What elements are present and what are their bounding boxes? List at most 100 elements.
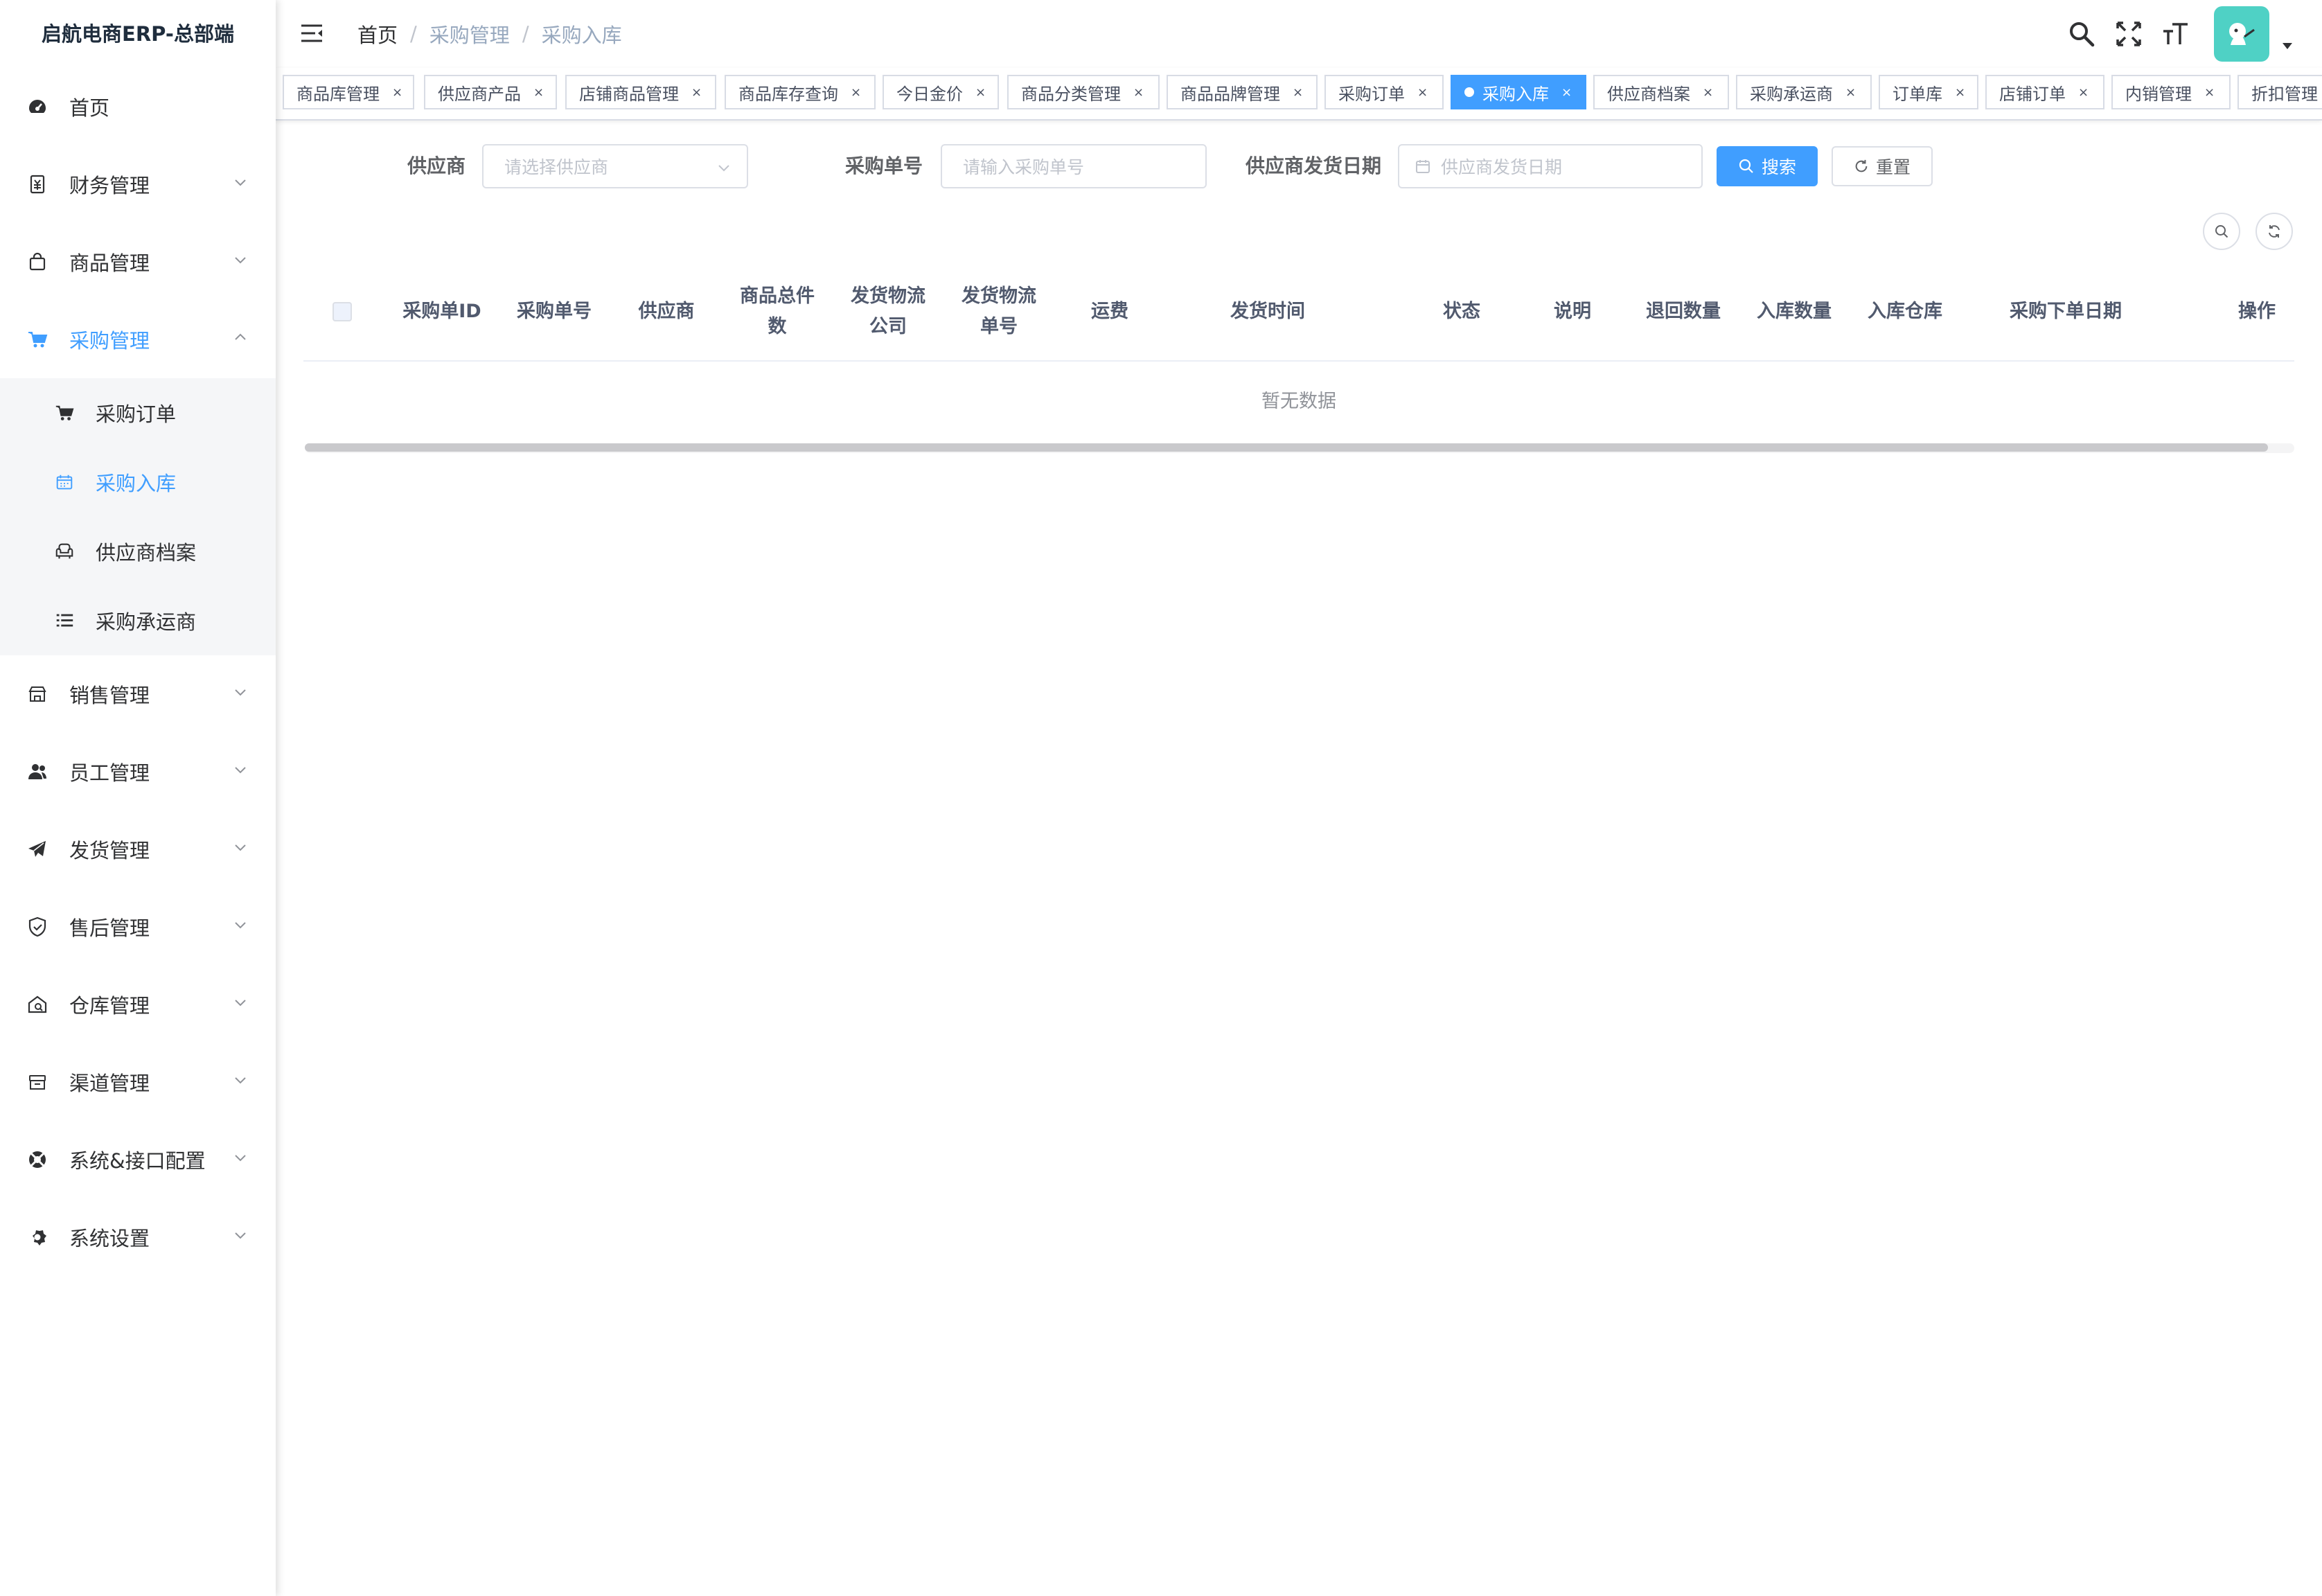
scrollbar-thumb[interactable]: [305, 443, 2268, 452]
column-header: 入库数量: [1757, 301, 1832, 322]
lifebuoy-icon: [29, 1151, 46, 1168]
menu-after-sales[interactable]: 售后管理: [0, 888, 276, 966]
tag-stock-query[interactable]: 商品库存查询 ×: [725, 75, 876, 109]
menu-finance[interactable]: 财务管理: [0, 145, 276, 223]
breadcrumb: 首页 / 采购管理 / 采购入库: [357, 0, 622, 68]
close-icon[interactable]: ×: [1561, 85, 1572, 100]
menu-channel[interactable]: 渠道管理: [0, 1043, 276, 1121]
fullscreen-icon[interactable]: [2114, 19, 2143, 48]
submenu-purchase-inbound[interactable]: 采购入库: [0, 447, 276, 517]
close-icon[interactable]: ×: [1955, 85, 1965, 100]
close-icon[interactable]: ×: [2204, 85, 2215, 100]
search-icon: [2215, 225, 2228, 238]
submenu-label: 供应商档案: [96, 541, 197, 565]
menu-after-sales-label: 售后管理: [69, 916, 150, 940]
tag-shop-goods[interactable]: 店铺商品管理 ×: [565, 75, 716, 109]
close-icon[interactable]: ×: [975, 85, 986, 100]
menu-goods-label: 商品管理: [69, 251, 150, 275]
column-header: 状态: [1443, 301, 1480, 322]
avatar[interactable]: [2214, 6, 2269, 62]
submenu-purchase-order[interactable]: 采购订单: [0, 378, 276, 447]
shopping-bag-icon: [29, 252, 46, 271]
reset-button-label: 重置: [1875, 157, 1911, 177]
menu-sales[interactable]: 销售管理: [0, 655, 276, 733]
close-icon[interactable]: ×: [1417, 85, 1428, 100]
close-icon[interactable]: ×: [1703, 85, 1713, 100]
supplier-label: 供应商: [407, 154, 466, 177]
users-icon: [28, 764, 46, 779]
refresh-table-button[interactable]: [2255, 213, 2293, 250]
menu-staff[interactable]: 员工管理: [0, 733, 276, 810]
tag-purchase-inbound[interactable]: 采购入库 ×: [1451, 75, 1586, 109]
search-button[interactable]: 搜索: [1717, 146, 1818, 186]
submenu-purchase-carrier[interactable]: 采购承运商: [0, 586, 276, 655]
tag-brand[interactable]: 商品品牌管理 ×: [1167, 75, 1318, 109]
menu-system-interface-label: 系统&接口配置: [69, 1149, 206, 1173]
tag-label: 折扣管理: [2251, 84, 2318, 104]
close-icon[interactable]: ×: [2078, 85, 2089, 100]
tag-purchase-order[interactable]: 采购订单 ×: [1324, 75, 1444, 109]
close-icon[interactable]: ×: [392, 85, 402, 100]
menu-purchase-label: 采购管理: [69, 329, 150, 353]
ship-date-picker[interactable]: 供应商发货日期: [1398, 144, 1703, 188]
sidebar: 启航电商ERP-总部端 首页 财务管理 商品管理 采购管理 采购订单 采购入库 …: [0, 0, 276, 1596]
tag-discount[interactable]: 折扣管理×: [2237, 75, 2322, 109]
close-icon[interactable]: ×: [1133, 85, 1144, 100]
tag-carrier[interactable]: 采购承运商 ×: [1736, 75, 1872, 109]
menu-system-interface[interactable]: 系统&接口配置: [0, 1121, 276, 1198]
tag-category[interactable]: 商品分类管理 ×: [1007, 75, 1160, 109]
breadcrumb-home[interactable]: 首页: [357, 19, 398, 48]
breadcrumb-purchase: 采购管理: [429, 24, 510, 47]
search-icon[interactable]: [2067, 19, 2096, 48]
close-icon[interactable]: ×: [851, 85, 861, 100]
submenu-supplier-archive[interactable]: 供应商档案: [0, 517, 276, 586]
close-icon[interactable]: ×: [1293, 85, 1303, 100]
menu-goods[interactable]: 商品管理: [0, 223, 276, 301]
breadcrumb-separator: /: [522, 22, 529, 46]
tag-supplier-archive[interactable]: 供应商档案 ×: [1593, 75, 1729, 109]
tag-label: 店铺商品管理: [579, 84, 679, 104]
menu-warehouse[interactable]: 仓库管理: [0, 966, 276, 1043]
caret-down-icon[interactable]: [2280, 41, 2294, 51]
menu-shipping[interactable]: 发货管理: [0, 810, 276, 888]
tag-internal-sales[interactable]: 内销管理 ×: [2111, 75, 2231, 109]
menu-system-settings-label: 系统设置: [69, 1227, 150, 1250]
close-icon[interactable]: ×: [1845, 85, 1856, 100]
supplier-select[interactable]: 请选择供应商: [482, 144, 748, 188]
submenu-label: 采购承运商: [96, 610, 197, 634]
active-dot: [1464, 87, 1474, 97]
chevron-up-icon: [235, 333, 246, 340]
toggle-search-button[interactable]: [2203, 213, 2240, 250]
avatar-figure-icon: [2229, 23, 2255, 45]
order-no-input[interactable]: 请输入采购单号: [941, 144, 1207, 188]
tag-shop-orders[interactable]: 店铺订单 ×: [1985, 75, 2104, 109]
navbar: 首页 / 采购管理 / 采购入库: [276, 0, 2322, 68]
horizontal-scrollbar[interactable]: [305, 443, 2294, 453]
finance-icon: [30, 175, 45, 194]
tag-supplier-products[interactable]: 供应商产品 ×: [424, 75, 557, 109]
select-all-checkbox[interactable]: [333, 302, 352, 321]
menu-shipping-label: 发货管理: [69, 839, 150, 862]
close-icon[interactable]: ×: [691, 85, 702, 100]
column-header: 操作: [2238, 301, 2276, 322]
font-size-icon[interactable]: [2161, 19, 2190, 48]
menu-system-settings[interactable]: 系统设置: [0, 1198, 276, 1276]
app-title: 启航电商ERP-总部端: [42, 22, 234, 46]
tag-goods-library[interactable]: 商品库管理 ×: [283, 75, 414, 109]
close-icon[interactable]: ×: [533, 85, 544, 100]
column-header: 供应商: [638, 301, 695, 322]
column-header: 运费: [1091, 301, 1128, 322]
menu-purchase[interactable]: 采购管理: [0, 301, 276, 378]
reset-button[interactable]: 重置: [1832, 146, 1933, 186]
menu-home[interactable]: 首页: [0, 68, 276, 145]
hamburger-icon[interactable]: [299, 21, 324, 46]
ship-date-label: 供应商发货日期: [1246, 154, 1382, 177]
tag-gold-price[interactable]: 今日金价 ×: [883, 75, 999, 109]
chevron-down-icon: [235, 844, 246, 851]
chevron-down-icon: [235, 922, 246, 929]
shop-icon: [28, 686, 46, 702]
tag-label: 供应商档案: [1607, 84, 1690, 104]
sofa-icon: [55, 543, 73, 559]
tag-order-library[interactable]: 订单库 ×: [1879, 75, 1978, 109]
column-header: 采购单ID: [402, 301, 481, 322]
